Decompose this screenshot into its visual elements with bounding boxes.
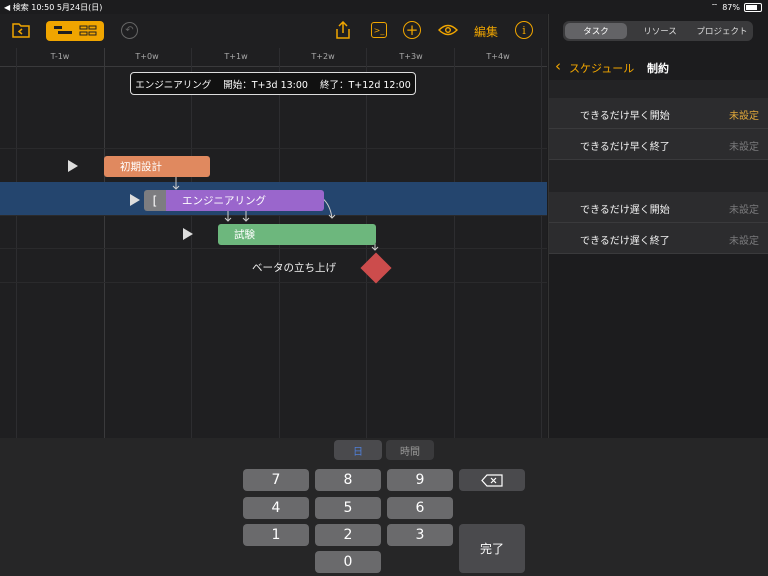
inspector-segmented-control: タスク リソース プロジェクト (563, 21, 753, 41)
numeric-keyboard: 日 時間 7 8 9 4 5 6 1 2 3 完了 0 (0, 438, 768, 576)
constraint-row[interactable]: できるだけ早く開始 未設定 (549, 98, 768, 129)
task-label: 初期設計 (120, 161, 162, 173)
key-0[interactable]: 0 (315, 551, 381, 573)
inspector-nav-bar: ‹ スケジュール 制約 (549, 52, 768, 80)
tab-project[interactable]: プロジェクト (691, 21, 753, 41)
battery-percent: 87% (722, 2, 740, 12)
constraint-row[interactable]: できるだけ遅く終了 未設定 (549, 223, 768, 254)
done-button[interactable]: 完了 (459, 524, 525, 573)
task-bar-initial-design[interactable]: 初期設計 (104, 156, 210, 177)
chevron-left-icon[interactable]: ‹ (555, 57, 561, 75)
milestone-label: ベータの立ち上げ (252, 262, 336, 274)
task-label: エンジニアリング (182, 195, 266, 207)
key-2[interactable]: 2 (315, 524, 381, 546)
constraint-row[interactable]: できるだけ早く終了 未設定 (549, 129, 768, 160)
wifi-icon: ⌔ (710, 2, 719, 11)
gantt-pane: ↶ >_ + 編集 i T-1w T+0w T+1w T+2w T+3w T+4… (0, 14, 547, 438)
key-8[interactable]: 8 (315, 469, 381, 491)
key-7[interactable]: 7 (243, 469, 309, 491)
key-1[interactable]: 1 (243, 524, 309, 546)
key-6[interactable]: 6 (387, 497, 453, 519)
inspector-pane: タスク リソース プロジェクト ‹ スケジュール 制約 できるだけ早く開始 未設… (548, 14, 768, 438)
key-4[interactable]: 4 (243, 497, 309, 519)
constraint-row[interactable]: できるだけ遅く開始 未設定 (549, 192, 768, 223)
tab-day[interactable]: 日 (334, 440, 382, 460)
expand-row-icon[interactable] (183, 228, 193, 240)
key-9[interactable]: 9 (387, 469, 453, 491)
backspace-icon[interactable] (459, 469, 525, 491)
status-bar: ◀ 検索 10:50 5月24日(日) ⌔ 87% (0, 0, 768, 14)
key-3[interactable]: 3 (387, 524, 453, 546)
task-bar-engineering[interactable]: エンジニアリング (166, 190, 324, 211)
tab-resource[interactable]: リソース (629, 21, 691, 41)
tab-task[interactable]: タスク (565, 23, 627, 39)
task-label: 試験 (234, 229, 255, 241)
expand-row-icon[interactable] (68, 160, 78, 172)
task-bar-testing[interactable]: 試験 (218, 224, 376, 245)
tab-time[interactable]: 時間 (386, 440, 434, 460)
expand-row-icon[interactable] (130, 194, 140, 206)
inspector-title: 制約 (647, 62, 669, 75)
key-5[interactable]: 5 (315, 497, 381, 519)
drag-handle-icon[interactable]: [ (144, 190, 166, 211)
battery-icon (744, 2, 762, 12)
status-left-text: ◀ 検索 10:50 5月24日(日) (4, 3, 103, 12)
back-button[interactable]: スケジュール (569, 60, 634, 76)
